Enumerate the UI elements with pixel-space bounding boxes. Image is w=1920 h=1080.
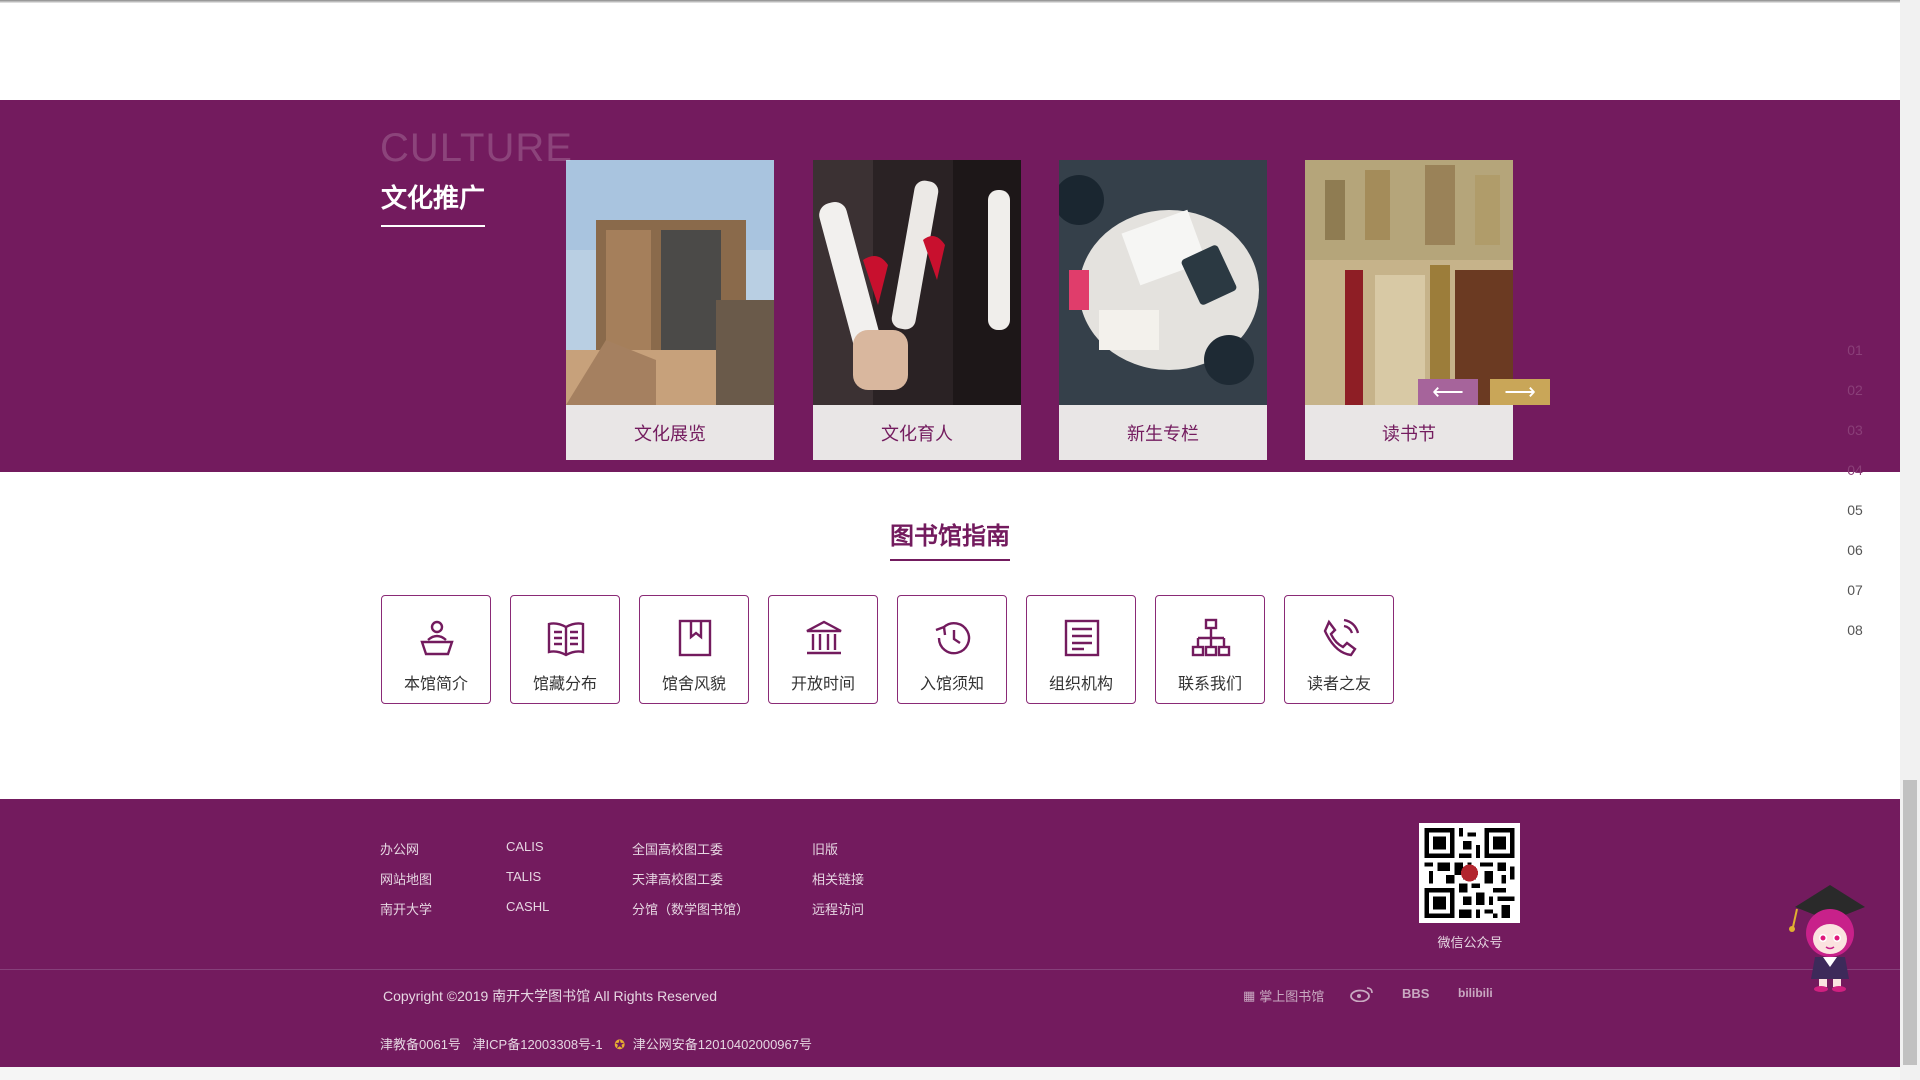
beian-icp[interactable]: 津ICP备12003308号-1	[473, 1037, 603, 1052]
building-icon	[806, 620, 842, 655]
scrollbar-thumb[interactable]	[1903, 780, 1917, 1065]
footer-link[interactable]: 网站地图	[380, 869, 432, 888]
guide-section-title: 图书馆指南	[890, 516, 1010, 561]
guide-item-label: 读者之友	[1306, 676, 1371, 693]
weibo-icon	[1350, 987, 1373, 1002]
guide-item-label: 本馆简介	[403, 676, 468, 693]
pager-item[interactable]: 08	[1840, 610, 1870, 650]
weibo-link[interactable]	[1350, 986, 1374, 1002]
guide-item-label: 馆舍风貌	[661, 676, 726, 693]
pager-item[interactable]: 04	[1840, 450, 1870, 490]
footer-link[interactable]: 天津高校图工委	[632, 869, 723, 888]
mobile-library-label: 掌上图书馆	[1259, 989, 1325, 1004]
footer-link[interactable]: 全国高校图工委	[632, 839, 723, 858]
phone-icon	[1323, 618, 1360, 657]
guide-item-organization[interactable]: 组织机构	[1026, 595, 1136, 704]
bookshelf-photo	[1305, 160, 1513, 405]
building-photo	[566, 160, 774, 405]
guide-item-label: 开放时间	[790, 676, 855, 693]
footer-link[interactable]: 分馆（数学图书馆）	[632, 899, 749, 918]
culture-card-exhibition[interactable]: 文化展览	[566, 160, 774, 460]
card-caption: 文化育人	[813, 405, 1021, 460]
vertical-scrollbar[interactable]	[1900, 0, 1920, 1080]
page-bottom-strip	[0, 1067, 1900, 1080]
graduation-photo	[813, 160, 1021, 405]
bilibili-icon: bilibili	[1458, 986, 1493, 1000]
copyright-text: Copyright ©2019 南开大学图书馆 All Rights Reser…	[383, 988, 717, 1004]
clock-icon	[935, 622, 971, 655]
bookmark-icon	[678, 619, 712, 657]
side-section-pager: 01 02 03 04 05 06 07 08	[1840, 330, 1870, 650]
police-badge-icon: ✪	[614, 1037, 626, 1052]
grid-icon: ▦	[1243, 987, 1256, 1003]
bbs-link[interactable]: BBS	[1402, 986, 1429, 1001]
beian-police[interactable]: 津公网安备12010402000967号	[633, 1037, 812, 1052]
carousel-next-button[interactable]: ⟶	[1490, 379, 1550, 405]
pager-item[interactable]: 07	[1840, 570, 1870, 610]
guide-item-readers-friend[interactable]: 读者之友	[1284, 595, 1394, 704]
footer-link[interactable]: 相关链接	[812, 869, 864, 888]
guide-item-label: 联系我们	[1177, 676, 1242, 693]
guide-item-opening-hours[interactable]: 开放时间	[768, 595, 878, 704]
guide-item-contact[interactable]: 联系我们	[1155, 595, 1265, 704]
culture-section-title: 文化推广	[381, 178, 486, 227]
beian-edu: 津教备0061号	[380, 1037, 461, 1052]
org-chart-icon	[1191, 618, 1231, 657]
footer-link[interactable]: CASHL	[506, 899, 549, 914]
footer-divider	[0, 969, 1900, 970]
arrow-right-icon: ⟶	[1504, 379, 1536, 404]
culture-card-education[interactable]: 文化育人	[813, 160, 1021, 460]
guide-item-label: 馆藏分布	[532, 676, 597, 693]
top-shadow-line	[0, 0, 1900, 3]
culture-section: 文化展览 文化育人 新生专栏 读书节 ⟵ ⟶	[0, 100, 1900, 472]
footer-link[interactable]: 远程访问	[812, 899, 864, 918]
guide-item-intro[interactable]: 本馆简介	[381, 595, 491, 704]
guide-section-header: 图书馆指南	[0, 516, 1900, 561]
footer-link[interactable]: 南开大学	[380, 899, 432, 918]
culture-card-freshmen[interactable]: 新生专栏	[1059, 160, 1267, 460]
qr-code-label: 微信公众号	[1437, 935, 1503, 950]
arrow-left-icon: ⟵	[1432, 379, 1464, 404]
mobile-library-link[interactable]: ▦ 掌上图书馆	[1243, 986, 1324, 1005]
card-caption: 新生专栏	[1059, 405, 1267, 460]
guide-item-collection[interactable]: 馆藏分布	[510, 595, 620, 704]
culture-english-title: CULTURE	[380, 126, 573, 170]
mascot-assistant[interactable]	[1785, 885, 1875, 995]
footer-link[interactable]: 旧版	[812, 839, 838, 858]
bbs-label: BBS	[1402, 986, 1430, 1001]
bilibili-link[interactable]: bilibili	[1458, 986, 1493, 1000]
carousel-prev-button[interactable]: ⟵	[1418, 379, 1478, 405]
site-footer: 办公网 网站地图 南开大学 CALIS TALIS CASHL 全国高校图工委 …	[0, 799, 1900, 1067]
pager-item[interactable]: 03	[1840, 410, 1870, 450]
study-group-photo	[1059, 160, 1267, 405]
beian-info: 津教备0061号 津ICP备12003308号-1 ✪ 津公网安备1201040…	[380, 1034, 812, 1053]
pager-item[interactable]: 01	[1840, 330, 1870, 370]
pager-item[interactable]: 02	[1840, 370, 1870, 410]
card-caption: 文化展览	[566, 405, 774, 460]
culture-card-reading-festival[interactable]: 读书节	[1305, 160, 1513, 460]
open-book-icon	[547, 622, 585, 657]
guide-item-style[interactable]: 馆舍风貌	[639, 595, 749, 704]
guide-item-label: 入馆须知	[919, 676, 984, 693]
footer-link[interactable]: CALIS	[506, 839, 544, 854]
footer-link[interactable]: TALIS	[506, 869, 541, 884]
qr-code-icon	[1424, 828, 1515, 918]
document-icon	[1064, 619, 1100, 657]
guide-item-entry-notice[interactable]: 入馆须知	[897, 595, 1007, 704]
guide-item-label: 组织机构	[1048, 676, 1113, 693]
footer-link[interactable]: 办公网	[380, 839, 419, 858]
person-desk-icon	[420, 620, 454, 656]
card-caption: 读书节	[1305, 405, 1513, 460]
wechat-qr-code	[1419, 823, 1520, 923]
